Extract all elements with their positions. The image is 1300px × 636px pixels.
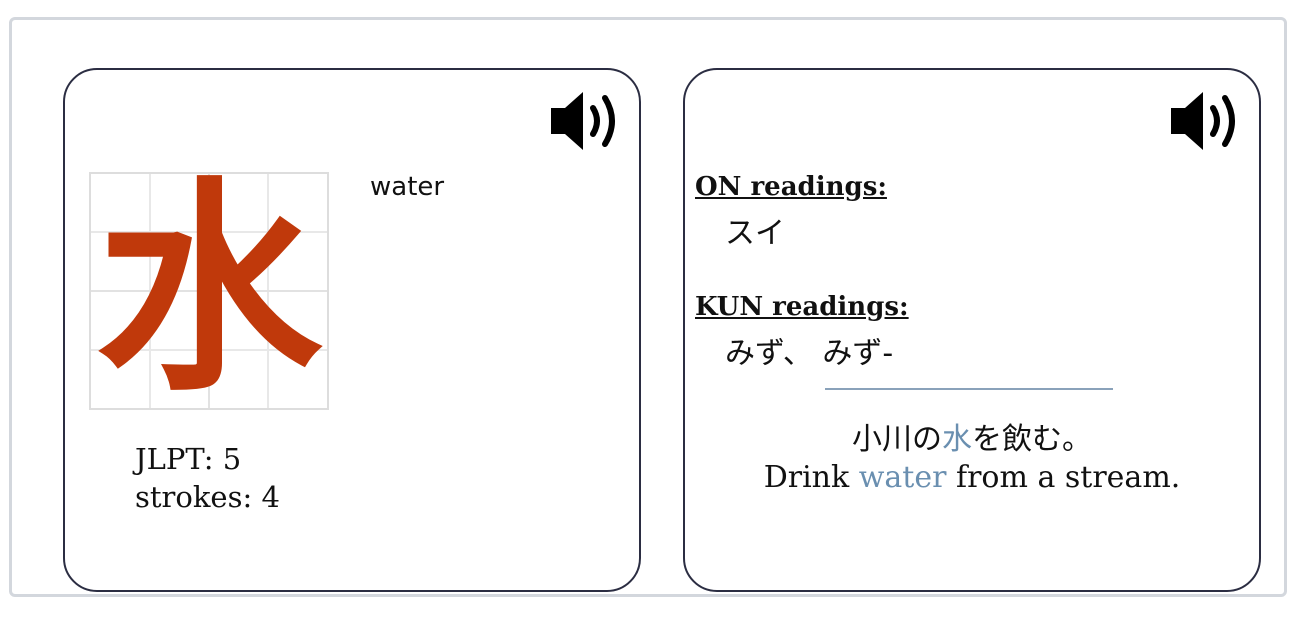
kanji-display: 水	[89, 159, 329, 422]
readings-card[interactable]: ON readings: スイ KUN readings: みず、 みず- 小川…	[683, 68, 1261, 592]
kanji-card[interactable]: 水 water JLPT: 5 strokes: 4	[63, 68, 641, 592]
on-readings-heading: ON readings:	[695, 172, 887, 202]
example-en-before: Drink	[763, 460, 859, 495]
example-sentence-japanese: 小川の水を飲む。	[685, 414, 1259, 458]
example-jp-after: を飲む。	[972, 422, 1092, 457]
jlpt-level: JLPT: 5	[135, 440, 280, 478]
stroke-count: strokes: 4	[135, 478, 280, 516]
example-sentence-english: Drink water from a stream.	[685, 460, 1259, 495]
example-en-highlight: water	[858, 460, 947, 495]
speaker-icon[interactable]	[547, 86, 627, 156]
jlpt-value: 5	[222, 442, 242, 476]
kun-readings-heading: KUN readings:	[695, 292, 909, 322]
flashcard-container: 水 water JLPT: 5 strokes: 4 ON readings: …	[9, 17, 1287, 597]
example-jp-highlight: 水	[942, 422, 972, 457]
strokes-label: strokes:	[135, 480, 253, 514]
kanji-character: 水	[95, 159, 322, 422]
divider	[825, 388, 1113, 390]
jlpt-label: JLPT:	[135, 442, 214, 476]
kanji-stats: JLPT: 5 strokes: 4	[135, 440, 280, 516]
example-jp-before: 小川の	[852, 422, 942, 457]
strokes-value: 4	[261, 480, 280, 514]
speaker-icon[interactable]	[1167, 86, 1247, 156]
kun-reading: みず、 みず-	[725, 336, 894, 371]
on-reading: スイ	[725, 216, 785, 251]
example-en-after: from a stream.	[946, 460, 1181, 495]
kanji-meaning: water	[370, 172, 445, 202]
